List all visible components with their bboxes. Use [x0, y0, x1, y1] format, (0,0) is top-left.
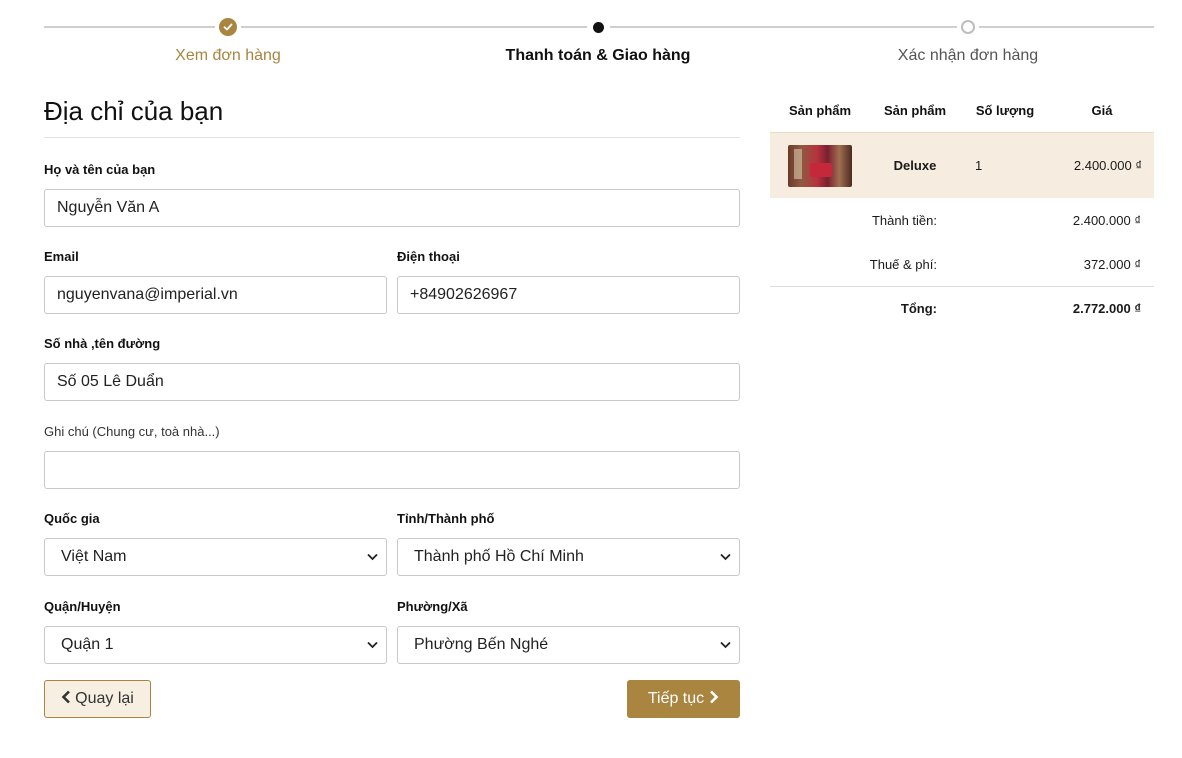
tax-label: Thuế & phí:	[869, 256, 937, 272]
email-field: Email nguyenvana@imperial.vn	[44, 249, 387, 314]
country-field: Quốc gia Việt Nam	[44, 511, 387, 576]
country-label: Quốc gia	[44, 511, 100, 526]
step-payment-shipping: Thanh toán & Giao hàng	[448, 14, 748, 65]
header-price: Giá	[1091, 102, 1113, 118]
step-label: Xem đơn hàng	[175, 47, 281, 64]
subtotal-label: Thành tiền:	[871, 212, 937, 228]
district-label: Quận/Huyện	[44, 599, 121, 614]
checkout-stepper: Xem đơn hàng Thanh toán & Giao hàng Xác …	[44, 14, 1154, 74]
district-selected-value: Quận 1	[61, 636, 114, 653]
continue-button-label: Tiếp tục	[647, 690, 705, 707]
phone-field: Điện thoại +84902626967	[397, 249, 740, 314]
email-label: Email	[44, 249, 79, 264]
province-label: Tỉnh/Thành phố	[397, 511, 495, 526]
room-thumbnail-image	[788, 144, 852, 187]
fullname-field: Họ và tên của bạn Nguyễn Văn A	[44, 162, 740, 227]
street-label: Số nhà ,tên đường	[44, 336, 161, 351]
header-product-name: Sản phẩm	[883, 102, 947, 118]
tax-value: 372.000 ₫	[1083, 256, 1141, 272]
ward-label: Phường/Xã	[397, 599, 468, 614]
country-selected-value: Việt Nam	[61, 548, 127, 565]
step-label: Thanh toán & Giao hàng	[505, 47, 691, 64]
subtotal-row: Thành tiền: 2.400.000 ₫	[770, 198, 1154, 242]
summary-header-row: Sản phẩm Sản phẩm Số lượng Giá	[770, 88, 1154, 132]
continue-button[interactable]: Tiếp tục	[627, 680, 740, 718]
phone-label: Điện thoại	[397, 249, 460, 264]
subtotal-value: 2.400.000 ₫	[1072, 212, 1141, 228]
step-label: Xác nhận đơn hàng	[897, 47, 1039, 64]
total-row: Tổng: 2.772.000 ₫	[770, 286, 1154, 330]
chevron-left-icon	[61, 690, 71, 709]
street-field: Số nhà ,tên đường Số 05 Lê Duẩn	[44, 336, 740, 401]
item-quantity: 1	[975, 158, 983, 173]
ward-selected-value: Phường Bến Nghé	[414, 636, 549, 653]
chevron-down-icon	[720, 550, 731, 564]
total-label: Tổng:	[900, 301, 937, 316]
tax-row: Thuế & phí: 372.000 ₫	[770, 242, 1154, 286]
province-selected-value: Thành phố Hồ Chí Minh	[414, 548, 584, 565]
step-review-order[interactable]: Xem đơn hàng	[78, 14, 378, 65]
chevron-down-icon	[367, 550, 378, 564]
step-confirm-order: Xác nhận đơn hàng	[818, 14, 1118, 65]
header-product-image: Sản phẩm	[788, 102, 852, 118]
item-name: Deluxe	[893, 158, 937, 173]
phone-input[interactable]: +84902626967	[397, 276, 740, 314]
chevron-down-icon	[367, 638, 378, 652]
check-circle-icon	[219, 18, 237, 36]
fullname-input[interactable]: Nguyễn Văn A	[44, 189, 740, 227]
table-row: Deluxe 1 2.400.000 ₫	[770, 132, 1154, 198]
item-price: 2.400.000 ₫	[1073, 158, 1142, 173]
district-field: Quận/Huyện Quận 1	[44, 599, 387, 664]
chevron-down-icon	[720, 638, 731, 652]
pending-step-circle-icon	[961, 20, 975, 34]
current-step-dot-icon	[592, 21, 604, 33]
total-value: 2.772.000 ₫	[1072, 301, 1141, 316]
form-title: Địa chỉ của bạn	[44, 96, 740, 138]
province-select[interactable]: Thành phố Hồ Chí Minh	[397, 538, 740, 576]
street-input[interactable]: Số 05 Lê Duẩn	[44, 363, 740, 401]
address-form: Địa chỉ của bạn Họ và tên của bạn Nguyễn…	[44, 96, 740, 718]
country-select[interactable]: Việt Nam	[44, 538, 387, 576]
note-field: Ghi chú (Chung cư, toà nhà...)	[44, 424, 740, 489]
note-input[interactable]	[44, 451, 740, 489]
header-quantity: Số lượng	[975, 102, 1035, 118]
fullname-label: Họ và tên của bạn	[44, 162, 156, 177]
district-select[interactable]: Quận 1	[44, 626, 387, 664]
ward-field: Phường/Xã Phường Bến Nghé	[397, 599, 740, 664]
province-field: Tỉnh/Thành phố Thành phố Hồ Chí Minh	[397, 511, 740, 576]
order-summary: Sản phẩm Sản phẩm Số lượng Giá Deluxe 1 …	[770, 88, 1154, 330]
back-button[interactable]: Quay lại	[44, 680, 151, 718]
email-input[interactable]: nguyenvana@imperial.vn	[44, 276, 387, 314]
back-button-label: Quay lại	[75, 690, 134, 707]
ward-select[interactable]: Phường Bến Nghé	[397, 626, 740, 664]
chevron-right-icon	[709, 690, 719, 709]
note-label: Ghi chú (Chung cư, toà nhà...)	[44, 424, 220, 439]
